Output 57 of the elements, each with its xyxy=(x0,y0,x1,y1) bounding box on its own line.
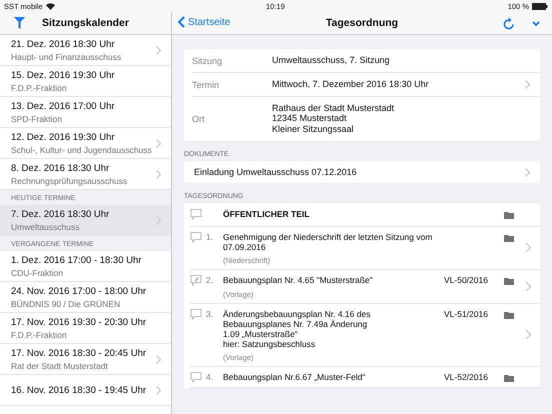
reference-number: VL-50/2016 xyxy=(444,275,488,286)
meeting-committee: Rat der Stadt Musterstadt xyxy=(11,360,109,370)
agenda-title: Bebauungsplan Nr.6.67 „Muster-Feld“ xyxy=(223,372,366,383)
document-row[interactable]: Einladung Umweltausschuss 07.12.2016 xyxy=(184,161,540,184)
agenda-number: 4. xyxy=(206,372,214,382)
reference-number: VL-51/2016 xyxy=(444,308,488,319)
meeting-date: 21. Dez. 2016 18:30 Uhr xyxy=(11,38,116,50)
back-button[interactable]: Startseite xyxy=(178,16,230,28)
meeting-date: 13. Dez. 2016 17:00 Uhr xyxy=(11,100,116,112)
reference-number: VL-52/2016 xyxy=(444,372,488,382)
refresh-icon[interactable] xyxy=(503,17,515,30)
meeting-committee: CDU-Fraktion xyxy=(11,268,64,278)
info-label: Termin xyxy=(192,80,220,90)
chevron-left-icon xyxy=(178,16,185,28)
agenda-title: Bebauungsplan Nr. 4.65 "Musterstraße" xyxy=(223,275,374,286)
info-label: Sitzung xyxy=(192,56,224,66)
meeting-committee: F.D.P.-Fraktion xyxy=(11,330,68,340)
document-title: Einladung Umweltausschuss 07.12.2016 xyxy=(194,167,357,178)
meeting-date: 8. Dez. 2016 18:30 Uhr xyxy=(11,162,110,174)
meeting-date: 16. Nov. 2016 18:30 - 19:45 Uhr xyxy=(11,384,148,396)
meeting-committee: Haupt- und Finanzausschuss xyxy=(11,52,122,62)
comment-icon[interactable] xyxy=(190,275,202,286)
info-value: Rathaus der Stadt Musterstadt 12345 Musterstadt Kleiner Sitzungssaal xyxy=(272,103,396,134)
sidebar-title: Sitzungskalender xyxy=(42,17,129,29)
meeting-committee: Schul-, Kultur- und Jugendausschuss xyxy=(11,144,153,154)
meeting-date: 15. Dez. 2016 19:30 Uhr xyxy=(11,70,116,80)
battery-icon xyxy=(532,2,548,10)
agenda-number: 3. xyxy=(206,308,214,319)
info-value: Mittwoch, 7. Dezember 2016 18:30 Uhr xyxy=(272,79,430,90)
meeting-date: 17. Nov. 2016 19:30 - 20:30 Uhr xyxy=(11,316,148,328)
filter-icon[interactable] xyxy=(14,17,25,29)
meeting-committee: Rechnungsprüfungsausschuss xyxy=(11,176,128,186)
folder-icon[interactable] xyxy=(504,211,514,220)
wifi-icon xyxy=(46,2,55,10)
chevron-down-icon[interactable] xyxy=(532,21,540,26)
meeting-date: 12. Dez. 2016 19:30 Uhr xyxy=(11,132,116,142)
folder-icon[interactable] xyxy=(504,310,514,319)
agenda-number: 2. xyxy=(206,275,214,286)
meeting-committee: BÜNDNIS 90 / Die GRÜNEN xyxy=(11,298,122,308)
page-title: Tagesordnung xyxy=(326,17,398,29)
meeting-committee: F.D.P.-Fraktion xyxy=(11,82,68,92)
meeting-date: 24. Nov. 2016 17:00 - 18:00 Uhr xyxy=(11,286,148,296)
agenda-title: Änderungsbebauungsplan Nr. 4.16 des Bebauungsplanes Nr. 7.49a Änderung 1.09 „Musterstraße“ hier: Satzungsbeschluss xyxy=(223,308,372,350)
info-label: Ort xyxy=(192,114,206,124)
meeting-date: 17. Nov. 2016 18:30 - 20:45 Uhr xyxy=(11,348,148,358)
folder-icon[interactable] xyxy=(504,234,514,242)
agenda-title: Genehmigung der Niederschrift der letzten Sitzung vom 07.09.2016 xyxy=(223,232,434,252)
meeting-list-item[interactable]: 7. Dez. 2016 18:30 Uhr Umweltausschuss xyxy=(0,205,171,236)
meeting-date: 7. Dez. 2016 18:30 Uhr xyxy=(11,208,110,220)
meeting-committee: SPD-Fraktion xyxy=(11,114,64,124)
folder-icon[interactable] xyxy=(504,374,514,382)
info-value: Umweltausschuss, 7. Sitzung xyxy=(272,55,391,66)
meeting-date: 1. Dez. 2016 17:00 - 18:30 Uhr xyxy=(11,254,142,266)
meeting-committee: Umweltausschuss xyxy=(11,222,80,232)
agenda-title: ÖFFENTLICHER TEIL xyxy=(223,209,310,220)
agenda-number: 1. xyxy=(206,232,214,242)
folder-icon[interactable] xyxy=(504,277,514,286)
